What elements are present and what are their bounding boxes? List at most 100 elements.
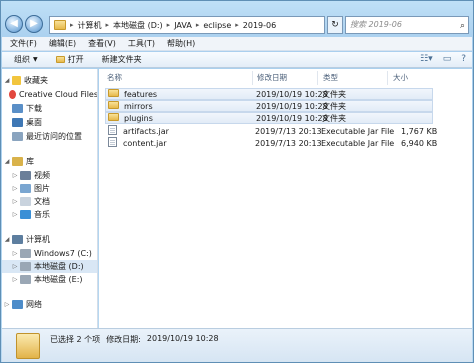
- new-folder-label: 新建文件夹: [101, 55, 142, 64]
- nav-videos[interactable]: ▷ 视频: [2, 169, 97, 182]
- preview-pane-icon[interactable]: ▭: [443, 54, 452, 64]
- expand-arrow-icon[interactable]: ▷: [10, 263, 20, 270]
- chevron-right-icon: ▸: [105, 21, 110, 29]
- refresh-button[interactable]: ↻: [327, 16, 343, 34]
- file-name: features: [124, 89, 158, 99]
- organize-button[interactable]: 组织 ▼: [14, 54, 38, 65]
- folder-icon: [108, 113, 119, 123]
- view-options-icon[interactable]: ☷▾: [420, 54, 433, 64]
- menu-view[interactable]: 查看(V): [88, 38, 116, 49]
- jar-file-icon: [108, 137, 117, 149]
- file-type: 文件夹: [322, 101, 346, 111]
- back-button[interactable]: ◀: [5, 15, 23, 33]
- column-divider[interactable]: [387, 71, 388, 85]
- help-icon[interactable]: ?: [461, 54, 466, 64]
- file-row[interactable]: content.jar 2019/7/13 20:13 Executable J…: [105, 137, 437, 149]
- file-name: content.jar: [123, 138, 167, 148]
- breadcrumb-eclipse[interactable]: eclipse: [203, 21, 231, 30]
- nav-network[interactable]: ▷ 网络: [2, 298, 97, 311]
- nav-documents[interactable]: ▷ 文档: [2, 195, 97, 208]
- search-input[interactable]: 搜索 2019-06 ⌕: [345, 16, 469, 34]
- star-icon: [12, 76, 21, 85]
- breadcrumb-2019-06[interactable]: 2019-06: [243, 21, 276, 30]
- folder-icon: [108, 101, 119, 111]
- address-row: ◀ ▶ ▸ 计算机 ▸ 本地磁盘 (D:) ▸ JAVA ▸ eclipse ▸…: [5, 13, 471, 35]
- file-row[interactable]: features 2019/10/19 10:28 文件夹: [105, 88, 433, 100]
- expand-arrow-icon[interactable]: ◢: [2, 158, 12, 165]
- expand-arrow-icon[interactable]: ▷: [10, 250, 20, 257]
- forward-button[interactable]: ▶: [25, 15, 43, 33]
- expand-arrow-icon[interactable]: ◢: [2, 77, 12, 84]
- expand-arrow-icon[interactable]: ▷: [10, 172, 20, 179]
- status-bar: 已选择 2 个项 修改日期: 2019/10/19 10:28: [2, 328, 472, 362]
- chevron-right-icon: ▸: [195, 21, 200, 29]
- recent-places-icon: [12, 132, 23, 141]
- creative-cloud-icon: [9, 90, 16, 99]
- expand-arrow-icon[interactable]: ▷: [10, 185, 20, 192]
- file-modified: 2019/10/19 10:28: [256, 101, 328, 111]
- breadcrumb-computer[interactable]: 计算机: [78, 20, 102, 31]
- nav-favorites[interactable]: ◢ 收藏夹: [2, 74, 97, 87]
- column-header-type[interactable]: 类型: [323, 72, 338, 84]
- nav-pictures[interactable]: ▷ 图片: [2, 182, 97, 195]
- open-label: 打开: [67, 55, 84, 64]
- expand-arrow-icon[interactable]: ▷: [10, 198, 20, 205]
- file-modified: 2019/10/19 10:28: [256, 89, 328, 99]
- nav-music[interactable]: ▷ 音乐: [2, 208, 97, 221]
- search-placeholder: 搜索 2019-06: [350, 20, 402, 29]
- open-button[interactable]: 打开: [55, 54, 84, 65]
- column-header-name[interactable]: 名称: [107, 72, 122, 84]
- menu-tools[interactable]: 工具(T): [128, 38, 155, 49]
- chevron-right-icon: ▸: [166, 21, 171, 29]
- chevron-right-icon: ▸: [70, 21, 74, 29]
- nav-drive-c[interactable]: ▷ Windows7 (C:): [2, 247, 97, 260]
- file-row[interactable]: artifacts.jar 2019/7/13 20:13 Executable…: [105, 125, 437, 137]
- nav-downloads[interactable]: 下载: [2, 102, 97, 115]
- expand-arrow-icon[interactable]: ▷: [10, 211, 20, 218]
- jar-file-icon: [108, 125, 117, 137]
- drive-icon: [20, 249, 31, 258]
- explorer-window: ◀ ▶ ▸ 计算机 ▸ 本地磁盘 (D:) ▸ JAVA ▸ eclipse ▸…: [0, 0, 474, 363]
- file-size: 6,940 KB: [401, 138, 438, 148]
- file-type: Executable Jar File: [321, 138, 395, 148]
- nav-recent[interactable]: 最近访问的位置: [2, 130, 97, 143]
- new-folder-button[interactable]: 新建文件夹: [102, 54, 142, 65]
- column-header-size[interactable]: 大小: [393, 72, 408, 84]
- organize-label: 组织: [14, 55, 30, 64]
- command-bar: 组织 ▼ 打开 新建文件夹 ☷▾ ▭ ?: [2, 52, 472, 68]
- folder-icon: [108, 89, 119, 99]
- address-bar[interactable]: ▸ 计算机 ▸ 本地磁盘 (D:) ▸ JAVA ▸ eclipse ▸ 201…: [49, 16, 325, 34]
- nav-creative-cloud[interactable]: Creative Cloud Files: [2, 88, 97, 101]
- breadcrumb-disk-d[interactable]: 本地磁盘 (D:): [113, 20, 163, 31]
- column-header-modified[interactable]: 修改日期: [257, 72, 287, 84]
- file-row[interactable]: mirrors 2019/10/19 10:28 文件夹: [105, 100, 433, 112]
- chevron-right-icon: ▸: [235, 21, 239, 29]
- expand-arrow-icon[interactable]: ▷: [10, 276, 20, 283]
- file-name: mirrors: [124, 101, 153, 111]
- file-type: 文件夹: [322, 113, 346, 123]
- breadcrumb-java[interactable]: JAVA: [174, 21, 192, 30]
- nav-libraries[interactable]: ◢ 库: [2, 155, 97, 168]
- menu-help[interactable]: 帮助(H): [167, 38, 195, 49]
- nav-desktop[interactable]: 桌面: [2, 116, 97, 129]
- nav-drive-e[interactable]: ▷ 本地磁盘 (E:): [2, 273, 97, 286]
- expand-arrow-icon[interactable]: ◢: [2, 236, 12, 243]
- picture-icon: [20, 184, 31, 193]
- menu-edit[interactable]: 编辑(E): [49, 38, 76, 49]
- menu-bar: 文件(F) 编辑(E) 查看(V) 工具(T) 帮助(H): [2, 37, 472, 51]
- column-divider[interactable]: [317, 71, 318, 85]
- chevron-down-icon: ▼: [33, 56, 38, 63]
- file-size: 1,767 KB: [401, 126, 438, 136]
- menu-file[interactable]: 文件(F): [10, 38, 37, 49]
- nav-computer[interactable]: ◢ 计算机: [2, 233, 97, 246]
- nav-drive-d[interactable]: ▷ 本地磁盘 (D:): [2, 260, 97, 273]
- drive-icon: [20, 275, 31, 284]
- file-row[interactable]: plugins 2019/10/19 10:28 文件夹: [105, 112, 433, 124]
- column-divider[interactable]: [252, 71, 253, 85]
- expand-arrow-icon[interactable]: ▷: [2, 301, 12, 308]
- navigation-pane: ◢ 收藏夹 Creative Cloud Files 下载 桌面 最近访问的位置…: [2, 69, 98, 328]
- file-list: 名称 修改日期 类型 大小 features 2019/10/19 10:28 …: [99, 69, 472, 328]
- music-icon: [20, 210, 31, 219]
- file-modified: 2019/7/13 20:13: [255, 138, 322, 148]
- video-icon: [20, 171, 31, 180]
